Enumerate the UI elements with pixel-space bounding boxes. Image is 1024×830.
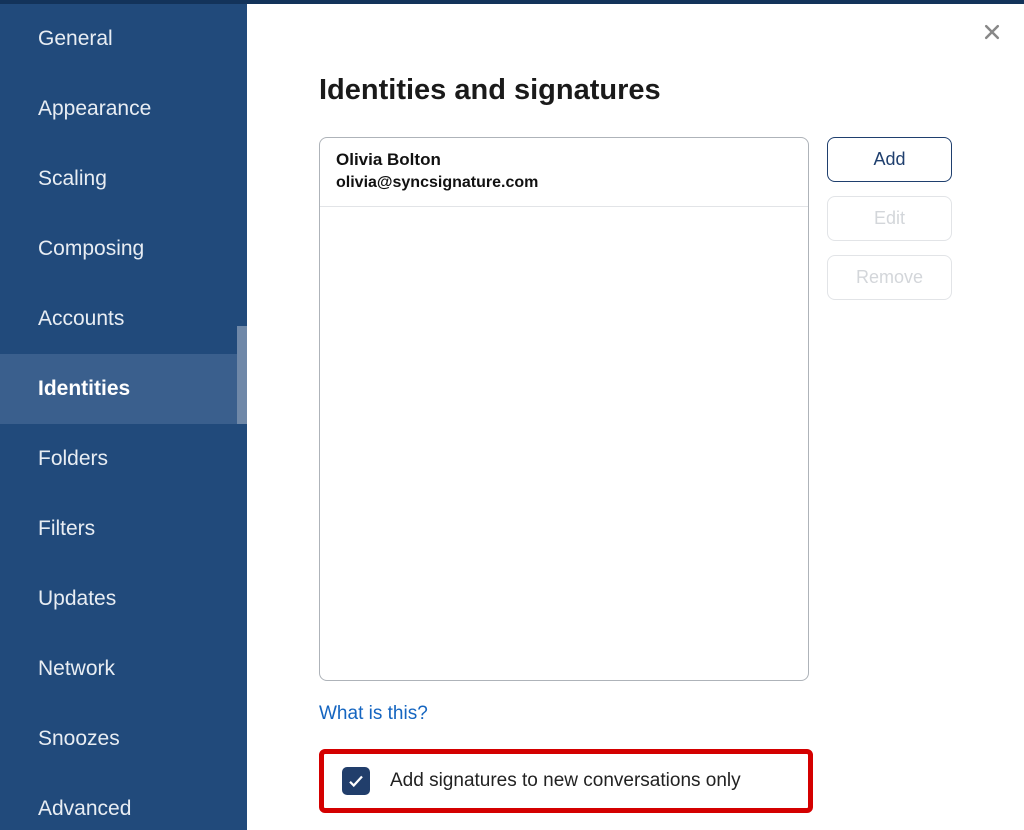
sidebar-item-label: Filters	[38, 517, 95, 541]
check-icon	[347, 772, 365, 790]
sidebar-item-filters[interactable]: Filters	[0, 494, 247, 564]
sidebar-item-label: Appearance	[38, 97, 151, 121]
sidebar-item-accounts[interactable]: Accounts	[0, 284, 247, 354]
sidebar-item-label: General	[38, 27, 113, 51]
page-title: Identities and signatures	[319, 74, 964, 107]
sidebar-item-folders[interactable]: Folders	[0, 424, 247, 494]
sidebar-item-updates[interactable]: Updates	[0, 564, 247, 634]
sidebar-item-label: Composing	[38, 237, 144, 261]
identity-row[interactable]: Olivia Bolton olivia@syncsignature.com	[320, 138, 808, 207]
sidebar-item-label: Accounts	[38, 307, 124, 331]
sidebar-item-snoozes[interactable]: Snoozes	[0, 704, 247, 774]
close-button[interactable]	[978, 18, 1006, 46]
sidebar-item-scaling[interactable]: Scaling	[0, 144, 247, 214]
sidebar-item-identities[interactable]: Identities	[0, 354, 247, 424]
sidebar-item-label: Identities	[38, 377, 130, 401]
identities-list[interactable]: Olivia Bolton olivia@syncsignature.com	[319, 137, 809, 681]
remove-button: Remove	[827, 255, 952, 300]
edit-button: Edit	[827, 196, 952, 241]
sidebar-item-advanced[interactable]: Advanced	[0, 774, 247, 830]
sidebar-item-appearance[interactable]: Appearance	[0, 74, 247, 144]
identities-panel: Identities and signatures Olivia Bolton …	[247, 0, 1024, 830]
close-icon	[982, 22, 1002, 42]
signatures-new-only-label: Add signatures to new conversations only	[390, 770, 741, 792]
sidebar-item-label: Scaling	[38, 167, 107, 191]
signature-option-highlight: Add signatures to new conversations only	[319, 749, 813, 813]
sidebar-item-general[interactable]: General	[0, 4, 247, 74]
sidebar-item-composing[interactable]: Composing	[0, 214, 247, 284]
sidebar-item-label: Updates	[38, 587, 116, 611]
identity-email: olivia@syncsignature.com	[336, 174, 792, 192]
signatures-new-only-checkbox[interactable]	[342, 767, 370, 795]
sidebar-item-label: Snoozes	[38, 727, 120, 751]
add-button[interactable]: Add	[827, 137, 952, 182]
identity-name: Olivia Bolton	[336, 150, 792, 170]
what-is-this-link[interactable]: What is this?	[319, 703, 428, 725]
identity-action-buttons: Add Edit Remove	[827, 137, 952, 681]
sidebar-item-label: Advanced	[38, 797, 131, 821]
sidebar-item-label: Network	[38, 657, 115, 681]
settings-sidebar: General Appearance Scaling Composing Acc…	[0, 0, 247, 830]
sidebar-item-label: Folders	[38, 447, 108, 471]
sidebar-item-network[interactable]: Network	[0, 634, 247, 704]
